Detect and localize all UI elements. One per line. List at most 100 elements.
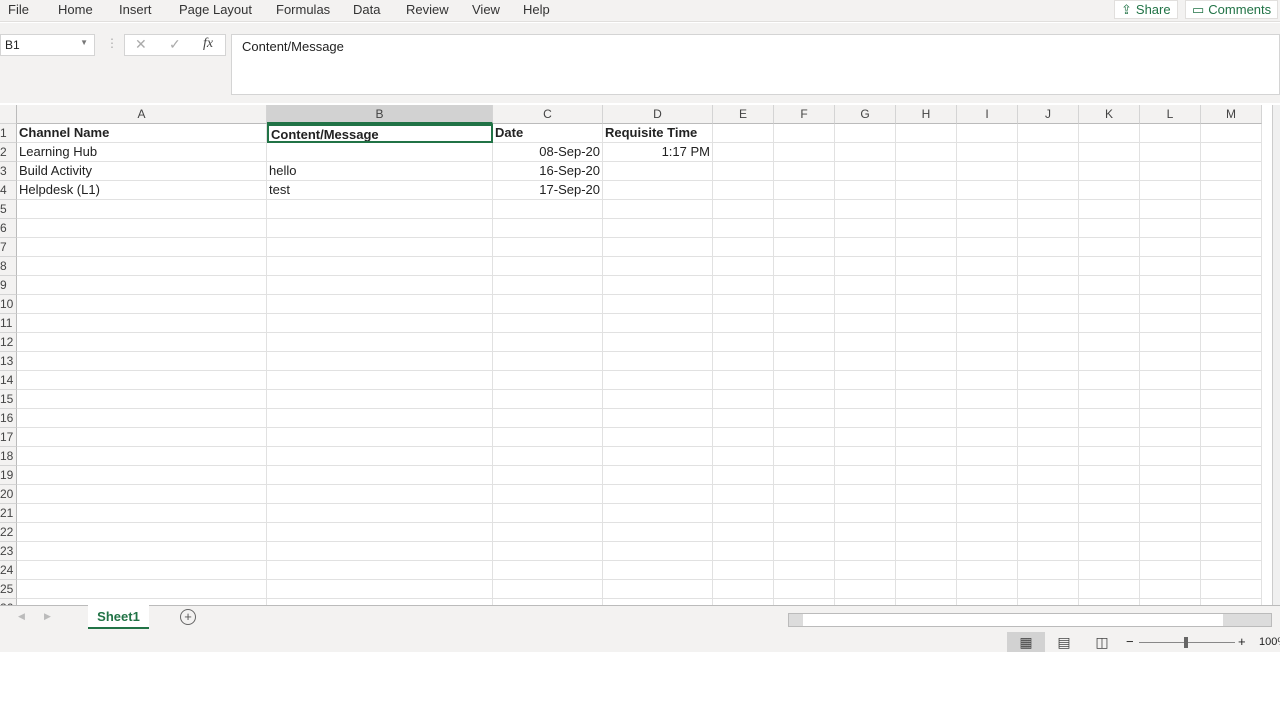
cell-H13[interactable] (896, 352, 957, 371)
cell-M5[interactable] (1201, 200, 1262, 219)
cell-M4[interactable] (1201, 181, 1262, 200)
cell-C13[interactable] (493, 352, 603, 371)
cell-B13[interactable] (267, 352, 493, 371)
row-header[interactable]: 19 (0, 466, 17, 485)
cell-E25[interactable] (713, 580, 774, 599)
cell-F15[interactable] (774, 390, 835, 409)
cell-A24[interactable] (17, 561, 267, 580)
cell-J7[interactable] (1018, 238, 1079, 257)
cell-A6[interactable] (17, 219, 267, 238)
cell-G12[interactable] (835, 333, 896, 352)
name-box[interactable]: B1 ▼ (0, 34, 95, 56)
cell-D14[interactable] (603, 371, 713, 390)
cell-C11[interactable] (493, 314, 603, 333)
cell-D3[interactable] (603, 162, 713, 181)
cell-A11[interactable] (17, 314, 267, 333)
page-break-view-icon[interactable]: ◫ (1083, 632, 1121, 652)
zoom-level[interactable]: 100% (1259, 636, 1280, 648)
cell-L12[interactable] (1140, 333, 1201, 352)
cell-H24[interactable] (896, 561, 957, 580)
cell-B14[interactable] (267, 371, 493, 390)
cell-E14[interactable] (713, 371, 774, 390)
cell-G25[interactable] (835, 580, 896, 599)
cell-D21[interactable] (603, 504, 713, 523)
cell-L11[interactable] (1140, 314, 1201, 333)
cell-B11[interactable] (267, 314, 493, 333)
cell-E17[interactable] (713, 428, 774, 447)
cell-F21[interactable] (774, 504, 835, 523)
row-header[interactable]: 17 (0, 428, 17, 447)
cell-E12[interactable] (713, 333, 774, 352)
prev-sheet-icon[interactable]: ◀ (18, 611, 25, 622)
cell-L16[interactable] (1140, 409, 1201, 428)
row-header[interactable]: 2 (0, 143, 17, 162)
drag-handle-icon[interactable]: ⋮ (106, 36, 118, 50)
cell-D9[interactable] (603, 276, 713, 295)
row-header[interactable]: 3 (0, 162, 17, 181)
cell-H3[interactable] (896, 162, 957, 181)
row-header[interactable]: 11 (0, 314, 17, 333)
cell-D15[interactable] (603, 390, 713, 409)
cell-E5[interactable] (713, 200, 774, 219)
cell-A2[interactable]: Learning Hub (17, 143, 267, 162)
cell-E2[interactable] (713, 143, 774, 162)
row-header[interactable]: 24 (0, 561, 17, 580)
cell-C23[interactable] (493, 542, 603, 561)
cell-B17[interactable] (267, 428, 493, 447)
cell-L8[interactable] (1140, 257, 1201, 276)
cell-H11[interactable] (896, 314, 957, 333)
cell-B10[interactable] (267, 295, 493, 314)
cell-G5[interactable] (835, 200, 896, 219)
cell-L5[interactable] (1140, 200, 1201, 219)
cell-A20[interactable] (17, 485, 267, 504)
cell-M25[interactable] (1201, 580, 1262, 599)
cell-B20[interactable] (267, 485, 493, 504)
cell-D19[interactable] (603, 466, 713, 485)
cell-F7[interactable] (774, 238, 835, 257)
cell-F2[interactable] (774, 143, 835, 162)
cell-M24[interactable] (1201, 561, 1262, 580)
cell-F20[interactable] (774, 485, 835, 504)
cell-J6[interactable] (1018, 219, 1079, 238)
cell-M15[interactable] (1201, 390, 1262, 409)
cell-B2[interactable] (267, 143, 493, 162)
cell-K18[interactable] (1079, 447, 1140, 466)
column-header-K[interactable]: K (1079, 105, 1140, 124)
cell-K3[interactable] (1079, 162, 1140, 181)
cell-I13[interactable] (957, 352, 1018, 371)
cell-D20[interactable] (603, 485, 713, 504)
cell-K2[interactable] (1079, 143, 1140, 162)
cell-B19[interactable] (267, 466, 493, 485)
scroll-thumb[interactable] (803, 614, 1223, 626)
cell-D25[interactable] (603, 580, 713, 599)
cell-J11[interactable] (1018, 314, 1079, 333)
cell-H16[interactable] (896, 409, 957, 428)
row-header[interactable]: 7 (0, 238, 17, 257)
cell-C25[interactable] (493, 580, 603, 599)
column-header-M[interactable]: M (1201, 105, 1262, 124)
cell-F3[interactable] (774, 162, 835, 181)
cell-H8[interactable] (896, 257, 957, 276)
row-header[interactable]: 1 (0, 124, 17, 143)
cell-M16[interactable] (1201, 409, 1262, 428)
cell-G2[interactable] (835, 143, 896, 162)
cell-F18[interactable] (774, 447, 835, 466)
cell-B1[interactable]: Content/Message (267, 124, 493, 143)
cell-E16[interactable] (713, 409, 774, 428)
cell-L22[interactable] (1140, 523, 1201, 542)
cell-J13[interactable] (1018, 352, 1079, 371)
column-header-D[interactable]: D (603, 105, 713, 124)
cell-C10[interactable] (493, 295, 603, 314)
row-header[interactable]: 21 (0, 504, 17, 523)
cell-E1[interactable] (713, 124, 774, 143)
cell-M3[interactable] (1201, 162, 1262, 181)
column-header-I[interactable]: I (957, 105, 1018, 124)
menu-review[interactable]: Review (406, 2, 449, 17)
cell-G20[interactable] (835, 485, 896, 504)
cell-G4[interactable] (835, 181, 896, 200)
cell-C18[interactable] (493, 447, 603, 466)
cell-E20[interactable] (713, 485, 774, 504)
row-header[interactable]: 20 (0, 485, 17, 504)
row-header[interactable]: 5 (0, 200, 17, 219)
cell-C8[interactable] (493, 257, 603, 276)
